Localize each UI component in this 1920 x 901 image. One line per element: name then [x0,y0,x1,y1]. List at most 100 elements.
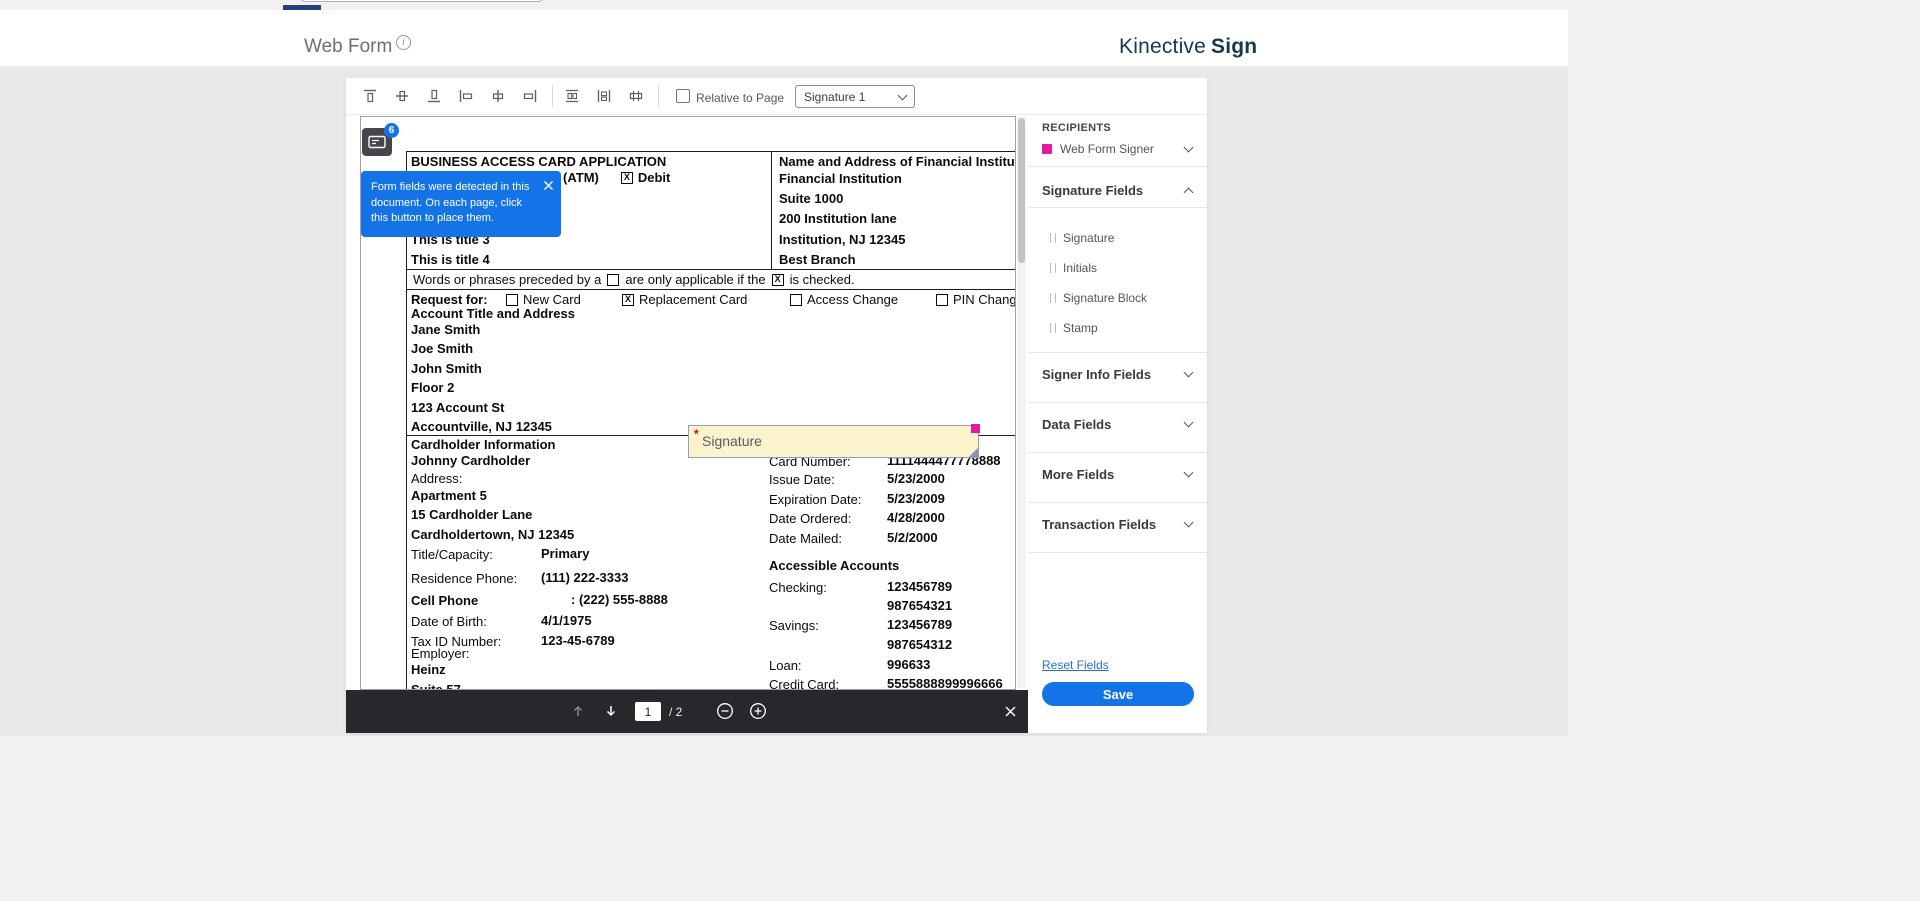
app-header: Web Form i KinectiveSign [0,10,1568,66]
row-value: 123-45-6789 [541,633,615,648]
row-label: Expiration Date: [769,492,862,507]
section-label: Signer Info Fields [1042,367,1151,382]
align-center-button[interactable] [488,86,508,106]
card-row: Date Ordered: 4/28/2000 [769,510,1016,528]
divider [1028,207,1207,208]
section-more-fields[interactable]: More Fields [1042,465,1192,483]
row-label: Savings: [769,618,819,633]
screen: Web Form i KinectiveSign Relative [0,0,1920,901]
align-top-button[interactable] [360,86,380,106]
chevron-down-icon [1184,143,1194,153]
cardholder-header: Cardholder Information [411,437,555,452]
relative-to-page-label: Relative to Page [696,91,784,105]
row-label: Residence Phone: [411,571,517,586]
account-line: John Smith [411,361,482,376]
align-right-icon [522,88,538,104]
close-icon [1004,705,1017,718]
toolbar-separator [552,85,553,107]
field-item-signature[interactable]: Signature [1050,230,1114,246]
next-page-button[interactable] [600,700,622,722]
row-label: Cell Phone [411,593,478,608]
debit-label: Debit [638,170,671,185]
zoom-in-button[interactable] [747,700,769,722]
chevron-down-icon [1184,518,1194,528]
divider [1028,402,1207,403]
row-label: Date Ordered: [769,511,851,526]
distribute-horizontal-button[interactable] [562,86,582,106]
relative-to-page-checkbox[interactable] [676,89,690,103]
account-row: Loan: 996633 [769,657,1016,675]
row-value: (111) 222-3333 [541,570,628,585]
drag-grip-icon [1050,323,1056,333]
distribute-horizontal-icon [564,88,580,104]
employer-line: Heinz [411,662,446,677]
row-value: : (222) 555-8888 [571,592,668,607]
plus-circle-icon [749,702,767,720]
section-data-fields[interactable]: Data Fields [1042,415,1192,433]
reset-fields-link[interactable]: Reset Fields [1042,658,1109,672]
row-value: 123456789 [887,579,952,594]
match-size-button[interactable] [626,86,646,106]
section-label: Transaction Fields [1042,517,1156,532]
field-resize-grip[interactable] [968,447,978,457]
distribute-vertical-button[interactable] [594,86,614,106]
align-left-button[interactable] [456,86,476,106]
zoom-out-button[interactable] [714,700,736,722]
align-bottom-button[interactable] [424,86,444,106]
document-scrollbar[interactable] [1017,117,1026,688]
employer-line: Suite 57 [411,682,461,690]
section-label: Signature Fields [1042,183,1143,198]
section-signer-info-fields[interactable]: Signer Info Fields [1042,365,1192,383]
info-icon[interactable]: i [396,35,411,50]
row-value: 5555888899996666 [887,676,1003,690]
row-value: 4/1/1975 [541,613,592,628]
row-label: Loan: [769,658,802,673]
match-size-icon [628,88,644,104]
field-type-select[interactable]: Signature 1 [795,85,915,108]
align-right-button[interactable] [520,86,540,106]
recipient-row[interactable]: Web Form Signer [1042,140,1192,158]
field-item-signature-block[interactable]: Signature Block [1050,290,1147,306]
bank-line: Suite 1000 [779,191,843,206]
section-signature-fields[interactable]: Signature Fields [1042,181,1192,199]
address-line: 15 Cardholder Lane [411,507,532,522]
previous-page-button[interactable] [567,700,589,722]
field-item-stamp[interactable]: Stamp [1050,320,1098,336]
tooltip-close-icon[interactable] [541,178,555,192]
account-line: 123 Account St [411,400,504,415]
notice-text: Words or phrases preceded by a [413,272,601,287]
align-middle-button[interactable] [392,86,412,106]
bank-line: Best Branch [779,252,856,267]
document-page[interactable]: BUSINESS ACCESS CARD APPLICATION (ATM) X… [360,116,1016,690]
detected-fields-count-badge: 6 [384,123,399,138]
row-value: 987654321 [887,598,952,613]
option-checkbox [936,294,948,306]
divider [1028,502,1207,503]
place-detected-fields-button[interactable]: 6 [362,128,392,156]
row-value: 5/2/2000 [887,530,938,545]
field-handle-top-right[interactable] [971,424,980,433]
bank-line: Financial Institution [779,171,902,186]
field-item-initials[interactable]: Initials [1050,260,1097,276]
page-number-input[interactable] [635,702,661,721]
page-title: Web Form [304,36,392,58]
chevron-down-icon [1184,468,1194,478]
signature-field-placed[interactable]: * Signature [688,425,979,458]
row-value: 5/23/2000 [887,471,945,486]
scrollbar-thumb[interactable] [1018,118,1025,263]
option-label: PIN Change [953,292,1016,307]
doc-title4: This is title 4 [411,252,490,267]
row-value: Primary [541,546,589,561]
signature-field-label: Signature [702,433,762,449]
minus-circle-icon [716,702,734,720]
align-left-icon [458,88,474,104]
close-viewer-button[interactable] [999,700,1021,722]
divider [1028,166,1207,167]
request-option: PIN Change [936,292,1016,307]
section-transaction-fields[interactable]: Transaction Fields [1042,515,1192,533]
save-button[interactable]: Save [1042,682,1194,706]
notice-text: are only applicable if the [625,272,765,287]
row-value: 4/28/2000 [887,510,945,525]
account-row: Savings: 123456789 [769,617,1016,635]
option-checkbox: X [622,294,634,306]
